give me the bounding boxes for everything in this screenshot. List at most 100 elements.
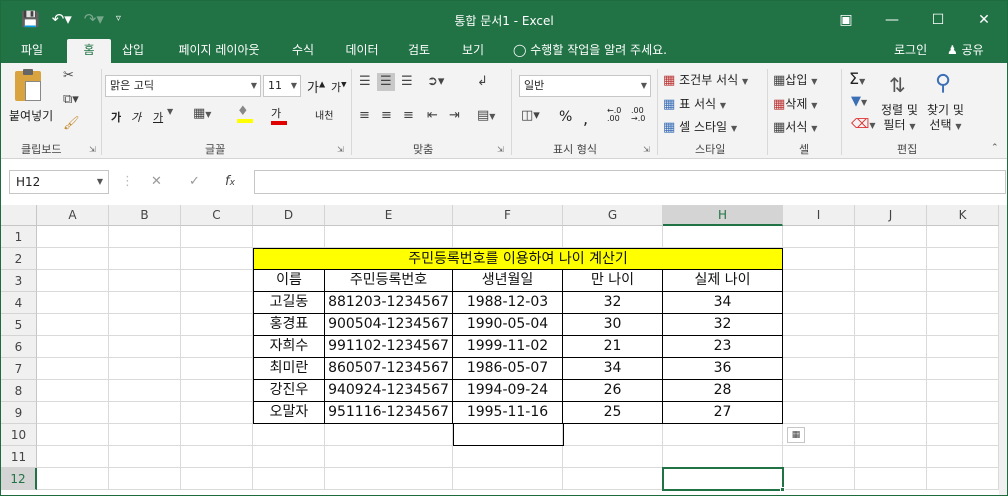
data-cell[interactable]: 23: [663, 336, 783, 358]
enter-icon[interactable]: ✓: [189, 174, 200, 189]
row-header-8[interactable]: 8: [1, 380, 37, 402]
align-right-icon[interactable]: ≡: [403, 109, 414, 123]
format-cells-button[interactable]: ▦서식 ▼: [773, 118, 817, 135]
data-cell[interactable]: 26: [563, 380, 663, 402]
header-cell[interactable]: 이름: [253, 270, 325, 292]
row-header-11[interactable]: 11: [1, 446, 37, 468]
data-cell[interactable]: 860507-1234567: [325, 358, 453, 380]
fill-handle[interactable]: [780, 487, 785, 492]
data-cell[interactable]: 34: [663, 292, 783, 314]
data-cell[interactable]: 1986-05-07: [453, 358, 563, 380]
merge-center-icon[interactable]: ▤▼: [477, 109, 495, 123]
cancel-icon[interactable]: ✕: [151, 174, 162, 189]
conditional-formatting-button[interactable]: ▦ 조건부 서식 ▼: [663, 71, 748, 88]
tab-home[interactable]: 홈: [67, 39, 111, 63]
header-cell[interactable]: 생년월일: [453, 270, 563, 292]
font-name-combo[interactable]: 맑은 고딕 ▼: [105, 75, 261, 97]
data-cell[interactable]: 오말자: [253, 402, 325, 424]
fill-color-icon[interactable]: ♦: [237, 105, 253, 123]
row-header-1[interactable]: 1: [1, 226, 37, 248]
column-header-i[interactable]: I: [783, 205, 855, 226]
tab-data[interactable]: 데이터: [337, 39, 387, 63]
data-cell[interactable]: 32: [563, 292, 663, 314]
grow-font-button[interactable]: 가▲: [307, 77, 325, 96]
find-select-button[interactable]: 찾기 및 선택 ▼: [927, 103, 964, 134]
maximize-button[interactable]: ☐: [915, 1, 961, 39]
worksheet-grid[interactable]: A B C D E F G H I J K 1 2 3 4 5 6 7 8 9 10 11 12 주민등록번호를 이용하여 나…: [1, 205, 1007, 495]
sort-filter-icon[interactable]: ⇅: [889, 73, 906, 97]
sign-in-link[interactable]: 로그인: [894, 39, 927, 61]
align-top-icon[interactable]: ☰: [359, 75, 371, 89]
underline-button[interactable]: 가: [153, 109, 163, 125]
empty-bordered-cell[interactable]: [453, 423, 564, 446]
header-cell[interactable]: 실제 나이: [663, 270, 783, 292]
close-button[interactable]: ✕: [961, 1, 1007, 39]
font-launcher-icon[interactable]: ⇲: [337, 145, 344, 154]
row-header-2[interactable]: 2: [1, 248, 37, 270]
data-cell[interactable]: 고길동: [253, 292, 325, 314]
data-cell[interactable]: 991102-1234567: [325, 336, 453, 358]
data-cell[interactable]: 36: [663, 358, 783, 380]
data-cell[interactable]: 자희수: [253, 336, 325, 358]
column-header-h[interactable]: H: [663, 205, 783, 226]
align-center-icon[interactable]: ≡: [381, 109, 392, 123]
column-header-a[interactable]: A: [37, 205, 109, 226]
cut-icon[interactable]: ✂: [63, 69, 74, 83]
column-header-c[interactable]: C: [181, 205, 253, 226]
clipboard-launcher-icon[interactable]: ⇲: [89, 145, 96, 154]
data-cell[interactable]: 940924-1234567: [325, 380, 453, 402]
paste-button[interactable]: [15, 69, 45, 103]
data-cell[interactable]: 1988-12-03: [453, 292, 563, 314]
align-left-icon[interactable]: ≡: [359, 109, 370, 123]
data-cell[interactable]: 1995-11-16: [453, 402, 563, 424]
row-header-4[interactable]: 4: [1, 292, 37, 314]
insert-cells-button[interactable]: ▦삽입 ▼: [773, 71, 817, 88]
data-cell[interactable]: 1990-05-04: [453, 314, 563, 336]
comma-style-icon[interactable]: ,: [583, 109, 588, 128]
data-cell[interactable]: 1999-11-02: [453, 336, 563, 358]
bold-button[interactable]: 가: [111, 109, 121, 125]
column-header-g[interactable]: G: [563, 205, 663, 226]
collapse-ribbon-icon[interactable]: ⌃: [991, 143, 999, 153]
data-cell[interactable]: 30: [563, 314, 663, 336]
increase-decimal-icon[interactable]: ←.0.00: [607, 107, 621, 123]
paste-label[interactable]: 붙여넣기: [9, 107, 53, 124]
clear-icon[interactable]: ⌫▼: [851, 118, 876, 132]
name-box[interactable]: H12 ▼: [9, 170, 109, 194]
data-cell[interactable]: 21: [563, 336, 663, 358]
row-header-5[interactable]: 5: [1, 314, 37, 336]
column-header-b[interactable]: B: [109, 205, 181, 226]
decrease-decimal-icon[interactable]: .00 →.0: [631, 107, 645, 123]
alignment-launcher-icon[interactable]: ⇲: [497, 145, 504, 154]
tab-page-layout[interactable]: 페이지 레이아웃: [167, 39, 271, 63]
number-format-combo[interactable]: 일반 ▼: [519, 75, 651, 97]
decrease-indent-icon[interactable]: ⇤: [427, 109, 438, 123]
data-cell[interactable]: 900504-1234567: [325, 314, 453, 336]
autosum-icon[interactable]: Σ▼: [849, 69, 865, 88]
data-cell[interactable]: 32: [663, 314, 783, 336]
chevron-down-icon[interactable]: ▼: [167, 107, 173, 116]
data-cell[interactable]: 951116-1234567: [325, 402, 453, 424]
data-cell[interactable]: 강진우: [253, 380, 325, 402]
border-icon[interactable]: ▦▼: [193, 107, 211, 121]
data-cell[interactable]: 25: [563, 402, 663, 424]
sheet-title-cell[interactable]: 주민등록번호를 이용하여 나이 계산기: [253, 248, 783, 270]
sort-filter-button[interactable]: 정렬 및 필터 ▼: [881, 103, 918, 134]
copy-icon[interactable]: ⧉▾: [63, 93, 79, 107]
data-cell[interactable]: 1994-09-24: [453, 380, 563, 402]
orientation-icon[interactable]: ➲▾: [427, 75, 444, 89]
number-launcher-icon[interactable]: ⇲: [643, 145, 650, 154]
header-cell[interactable]: 만 나이: [563, 270, 663, 292]
delete-cells-button[interactable]: ▦삭제 ▼: [773, 95, 817, 112]
minimize-button[interactable]: —: [869, 1, 915, 39]
phonetic-button[interactable]: 내천: [315, 107, 333, 122]
font-color-button[interactable]: 가: [271, 105, 287, 125]
fill-icon[interactable]: ▼▼: [851, 95, 867, 109]
data-cell[interactable]: 34: [563, 358, 663, 380]
share-button[interactable]: ♟ 공유: [947, 39, 984, 61]
tab-view[interactable]: 보기: [453, 39, 493, 63]
data-cell[interactable]: 27: [663, 402, 783, 424]
wrap-text-icon[interactable]: ↲: [477, 75, 488, 89]
formula-input[interactable]: [254, 170, 1006, 194]
data-cell[interactable]: 881203-1234567: [325, 292, 453, 314]
